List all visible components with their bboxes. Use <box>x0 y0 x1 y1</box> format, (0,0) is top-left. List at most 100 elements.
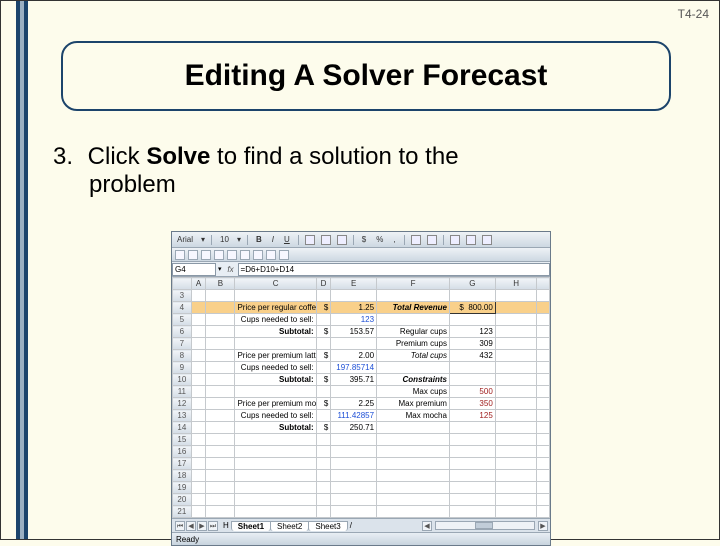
cell[interactable]: $ <box>316 326 331 338</box>
row-header[interactable]: 3 <box>173 290 192 302</box>
col-header[interactable]: A <box>191 278 206 290</box>
spreadsheet-grid[interactable]: A B C D E F G H 3 4 Price per regular co… <box>172 277 550 518</box>
row-header[interactable]: 19 <box>173 482 192 494</box>
row-header[interactable]: 15 <box>173 434 192 446</box>
select-all[interactable] <box>173 278 192 290</box>
print-icon[interactable] <box>214 250 224 260</box>
toolbar-icon[interactable] <box>266 250 276 260</box>
sheet-tab[interactable]: Sheet2 <box>270 521 309 531</box>
row-header[interactable]: 8 <box>173 350 192 362</box>
row-header[interactable]: 4 <box>173 302 192 314</box>
scroll-thumb[interactable] <box>475 522 493 529</box>
indent-icon[interactable] <box>411 235 421 245</box>
active-cell[interactable]: $ 800.00 <box>449 302 495 314</box>
row-header[interactable]: 13 <box>173 410 192 422</box>
prev-sheet-button[interactable]: ◀ <box>186 521 196 531</box>
row-header[interactable]: 16 <box>173 446 192 458</box>
cell[interactable]: Max cups <box>377 386 450 398</box>
row-header[interactable]: 18 <box>173 470 192 482</box>
toolbar-icon[interactable] <box>279 250 289 260</box>
fill-color-icon[interactable] <box>466 235 476 245</box>
cell[interactable]: $ <box>316 398 331 410</box>
cell[interactable]: Price per premium latte: <box>235 350 316 362</box>
row-header[interactable]: 6 <box>173 326 192 338</box>
row-header[interactable]: 11 <box>173 386 192 398</box>
cell[interactable]: Regular cups <box>377 326 450 338</box>
font-size[interactable]: 10 <box>218 235 231 244</box>
col-header[interactable]: F <box>377 278 450 290</box>
cell[interactable]: 350 <box>449 398 495 410</box>
cell[interactable]: $ <box>316 350 331 362</box>
column-headers[interactable]: A B C D E F G H <box>173 278 550 290</box>
currency-button[interactable]: $ <box>360 235 368 244</box>
col-header[interactable]: C <box>235 278 316 290</box>
cell[interactable]: Cups needed to sell: <box>235 314 316 326</box>
col-header[interactable]: B <box>206 278 235 290</box>
toolbar-icon[interactable] <box>227 250 237 260</box>
font-color-icon[interactable] <box>482 235 492 245</box>
sheet-tab[interactable]: Sheet3 <box>308 521 347 531</box>
bold-button[interactable]: B <box>254 235 264 244</box>
cell[interactable]: 1.25 <box>331 302 377 314</box>
cell[interactable]: Cups needed to sell: <box>235 410 316 422</box>
cell[interactable]: 395.71 <box>331 374 377 386</box>
cell[interactable]: Premium cups <box>377 338 450 350</box>
align-left-icon[interactable] <box>305 235 315 245</box>
cell[interactable]: Subtotal: <box>235 422 316 434</box>
cell[interactable]: 123 <box>449 326 495 338</box>
cell[interactable]: Max premium <box>377 398 450 410</box>
align-right-icon[interactable] <box>337 235 347 245</box>
italic-button[interactable]: I <box>270 235 276 244</box>
fx-icon[interactable]: fx <box>224 265 238 274</box>
cell[interactable]: 500 <box>449 386 495 398</box>
cell[interactable]: 2.25 <box>331 398 377 410</box>
name-box[interactable]: G4 <box>172 263 216 276</box>
col-header[interactable]: E <box>331 278 377 290</box>
percent-button[interactable]: % <box>374 235 385 244</box>
cell[interactable]: Price per regular coffee: <box>235 302 316 314</box>
row-header[interactable]: 9 <box>173 362 192 374</box>
row-header[interactable]: 20 <box>173 494 192 506</box>
cell[interactable]: 309 <box>449 338 495 350</box>
last-sheet-button[interactable]: ⏭ <box>208 521 218 531</box>
cell[interactable]: 111.42857 <box>331 410 377 422</box>
row-header[interactable]: 21 <box>173 506 192 518</box>
outdent-icon[interactable] <box>427 235 437 245</box>
cell[interactable]: 123 <box>331 314 377 326</box>
toolbar-icon[interactable] <box>240 250 250 260</box>
row-header[interactable]: 12 <box>173 398 192 410</box>
col-header[interactable]: H <box>495 278 537 290</box>
col-header[interactable]: G <box>449 278 495 290</box>
comma-button[interactable]: , <box>391 235 397 244</box>
cell[interactable]: Cups needed to sell: <box>235 362 316 374</box>
cell[interactable]: Price per premium mocha: <box>235 398 316 410</box>
next-sheet-button[interactable]: ▶ <box>197 521 207 531</box>
cell[interactable]: 197.85714 <box>331 362 377 374</box>
scroll-right-icon[interactable]: ▶ <box>538 521 548 531</box>
cell[interactable]: 153.57 <box>331 326 377 338</box>
cell[interactable]: 250.71 <box>331 422 377 434</box>
sheet-tab[interactable]: Sheet1 <box>231 521 271 531</box>
row-header[interactable]: 7 <box>173 338 192 350</box>
cell[interactable]: 125 <box>449 410 495 422</box>
horizontal-scrollbar[interactable]: ◀ ▶ <box>355 521 550 531</box>
dropdown-icon[interactable]: ▾ <box>237 235 241 244</box>
toolbar-icon[interactable] <box>253 250 263 260</box>
cell[interactable]: 432 <box>449 350 495 362</box>
row-header[interactable]: 17 <box>173 458 192 470</box>
dropdown-icon[interactable]: ▾ <box>201 235 205 244</box>
open-icon[interactable] <box>188 250 198 260</box>
font-selector[interactable]: Arial <box>175 235 195 244</box>
cell[interactable]: Max mocha <box>377 410 450 422</box>
underline-button[interactable]: U <box>282 235 292 244</box>
row-header[interactable]: 14 <box>173 422 192 434</box>
cell[interactable]: Subtotal: <box>235 374 316 386</box>
cell[interactable]: $ <box>316 374 331 386</box>
col-header[interactable]: D <box>316 278 331 290</box>
new-icon[interactable] <box>175 250 185 260</box>
align-center-icon[interactable] <box>321 235 331 245</box>
first-sheet-button[interactable]: ⏮ <box>175 521 185 531</box>
border-icon[interactable] <box>450 235 460 245</box>
cell[interactable]: $ <box>316 422 331 434</box>
cell[interactable]: Constraints <box>377 374 450 386</box>
